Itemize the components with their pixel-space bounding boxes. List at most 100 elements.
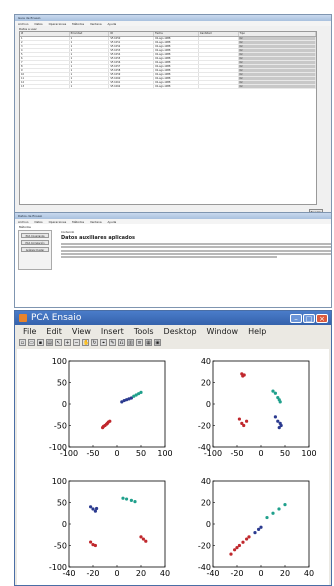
plot-axes — [68, 480, 166, 568]
cluster-analysis-button[interactable]: Análisis Cluster — [21, 247, 49, 252]
menu-archivo[interactable]: Archivo — [18, 220, 28, 224]
data-point — [271, 511, 275, 515]
open-icon[interactable]: ▭ — [28, 338, 35, 346]
column-header[interactable]: Prioridad — [70, 32, 110, 36]
column-header[interactable]: # — [20, 32, 70, 36]
column-header[interactable]: Cantidad — [199, 32, 239, 36]
y-tick-label: -20 — [198, 422, 211, 431]
data-point — [278, 400, 282, 404]
data-point — [241, 374, 245, 378]
menu-ayuda[interactable]: Ayuda — [108, 22, 117, 26]
menu-ventana[interactable]: Ventana — [90, 22, 102, 26]
legend-icon[interactable]: ≡ — [136, 338, 143, 346]
maximize-button[interactable]: □ — [303, 313, 315, 323]
y-tick-label: 0 — [206, 400, 211, 409]
y-tick-label: -40 — [198, 443, 211, 452]
table-cell: 02-ago-1988 — [154, 77, 199, 80]
column-header[interactable]: ID — [109, 32, 155, 36]
print-icon[interactable]: ▤ — [46, 338, 53, 346]
table-cell: SF-1058 — [109, 69, 155, 72]
table-cell: SF-1055 — [109, 57, 155, 60]
table-cell: Cz — [238, 85, 317, 88]
x-tick-label: -20 — [86, 569, 99, 578]
title-bar: PCA Ensaio – □ × — [15, 311, 331, 325]
menu-ventana[interactable]: Ventana — [90, 220, 102, 224]
column-header[interactable]: Fecha — [154, 32, 199, 36]
menu-file[interactable]: File — [23, 327, 36, 336]
menu-datos[interactable]: Datos — [34, 220, 42, 224]
menu-insert[interactable]: Insert — [101, 327, 124, 336]
pan-icon[interactable]: ✋ — [82, 338, 89, 346]
table-cell: 1 — [70, 81, 110, 84]
text-line — [61, 243, 331, 245]
table-cell: 5 — [20, 53, 70, 56]
menu-ayuda[interactable]: Ayuda — [108, 220, 117, 224]
data-point — [91, 507, 95, 511]
plot-axes — [212, 360, 310, 448]
save-icon[interactable]: ▪ — [37, 338, 44, 346]
content-subtitle: Contenido — [61, 231, 75, 234]
link-icon[interactable]: ⎌ — [118, 338, 125, 346]
table-cell: 2 — [20, 41, 70, 44]
table-cell: 02-ago-1988 — [154, 57, 199, 60]
minimize-button[interactable]: – — [290, 313, 302, 323]
menu-tools[interactable]: Tools — [134, 327, 154, 336]
menu-view[interactable]: View — [72, 327, 91, 336]
pca-covariance-button[interactable]: PCA Covarianza — [21, 233, 49, 238]
data-point — [229, 552, 233, 556]
y-tick-label: 20 — [201, 499, 211, 508]
menu-edit[interactable]: Edit — [46, 327, 62, 336]
y-tick-label: 40 — [201, 357, 211, 366]
column-header[interactable]: Tipo — [239, 32, 317, 36]
x-tick-label: 0 — [114, 569, 119, 578]
new-figure-icon[interactable]: ▫ — [19, 338, 26, 346]
table-cell: Cz — [238, 37, 317, 40]
pointer-icon[interactable]: ↖ — [55, 338, 62, 346]
colorbar-icon[interactable]: ▥ — [127, 338, 134, 346]
zoom-in-icon[interactable]: + — [64, 338, 71, 346]
table-cell: Cz — [238, 57, 317, 60]
menu-operaciones[interactable]: Operaciones — [49, 22, 67, 26]
y-tick-label: 0 — [62, 520, 67, 529]
menu-bar: Archivo Datos Operaciones Métodos Ventan… — [15, 21, 331, 26]
table-cell: 02-ago-1988 — [154, 73, 199, 76]
menu-metodos[interactable]: Métodos — [72, 22, 84, 26]
data-cursor-icon[interactable]: ⌖ — [100, 338, 107, 346]
pca-correlation-button[interactable]: PCA Correlación — [21, 240, 49, 245]
menu-metodos[interactable]: Métodos — [72, 220, 84, 224]
data-point — [235, 546, 239, 550]
table-cell — [199, 65, 239, 68]
table-cell: 1 — [70, 69, 110, 72]
content-heading: Datos auxiliares aplicados — [61, 235, 136, 241]
table-cell: 02-ago-1988 — [154, 69, 199, 72]
data-point — [271, 389, 275, 393]
table-cell: 02-ago-1988 — [154, 45, 199, 48]
data-point — [257, 527, 261, 531]
data-point — [253, 531, 257, 535]
close-button[interactable]: × — [316, 313, 328, 323]
x-tick-label: -50 — [86, 449, 99, 458]
grid-icon[interactable]: ▦ — [145, 338, 152, 346]
table-cell: SF-1056 — [109, 61, 155, 64]
table-cell: SF-1052 — [109, 45, 155, 48]
menu-desktop[interactable]: Desktop — [164, 327, 197, 336]
table-cell: 1 — [70, 65, 110, 68]
menu-window[interactable]: Window — [207, 327, 239, 336]
x-tick-label: 40 — [160, 569, 170, 578]
table-row[interactable]: 13 1 SF-1062 02-ago-1988 Cz — [20, 85, 317, 89]
x-tick-label: 0 — [114, 449, 119, 458]
brush-icon[interactable]: ✎ — [109, 338, 116, 346]
data-point — [241, 540, 245, 544]
menu-datos[interactable]: Datos — [34, 22, 42, 26]
methods-sidebar: PCA Covarianza PCA Correlación Análisis … — [18, 230, 52, 270]
table-cell — [199, 69, 239, 72]
plot-tools-icon[interactable]: ▣ — [154, 338, 161, 346]
zoom-out-icon[interactable]: − — [73, 338, 80, 346]
menu-help[interactable]: Help — [248, 327, 266, 336]
menu-archivo[interactable]: Archivo — [18, 22, 28, 26]
rotate-icon[interactable]: ↻ — [91, 338, 98, 346]
toolbar: ▫ ▭ ▪ ▤ ↖ + − ✋ ↻ ⌖ ✎ ⎌ ▥ ≡ ▦ ▣ — [15, 337, 331, 347]
data-point — [279, 423, 283, 428]
menu-bar: File Edit View Insert Tools Desktop Wind… — [15, 325, 331, 337]
menu-operaciones[interactable]: Operaciones — [49, 220, 67, 224]
